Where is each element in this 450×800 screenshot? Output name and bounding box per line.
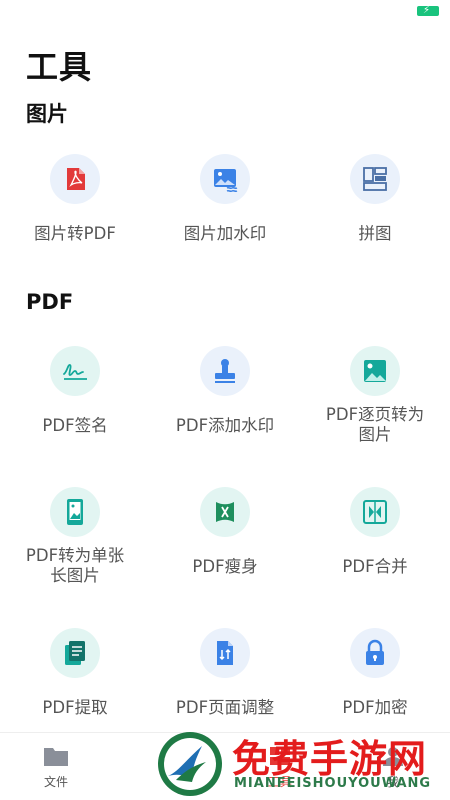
tool-pdf-encrypt[interactable]: PDF加密 [300,628,450,718]
tool-pdf-to-images[interactable]: PDF逐页转为 图片 [300,346,450,445]
tool-pdf-extract[interactable]: PDF提取 [0,628,150,718]
tool-pdf-page-adjust[interactable]: PDF页面调整 [150,628,300,718]
tool-pdf-to-long-image[interactable]: PDF转为单张 长图片 [0,487,150,586]
battery-icon: ⚡ [417,5,439,16]
tool-pdf-merge[interactable]: PDF合并 [300,487,450,577]
tool-image-watermark[interactable]: 图片加水印 [150,154,300,244]
section-title-image: 图片 [26,102,68,126]
tool-label-line2: 图片 [358,425,392,444]
tool-label-line1: PDF逐页转为 [325,405,425,424]
stamp-icon [200,346,250,396]
tool-label: PDF添加水印 [175,416,275,435]
watermark-subtitle: MIANFEISHOUYOUWANG [234,776,432,791]
tool-pdf-compress[interactable]: PDF瘦身 [150,487,300,577]
lock-icon [350,628,400,678]
tool-label: PDF瘦身 [192,557,258,576]
pdf-file-icon [50,154,100,204]
tool-label: PDF加密 [342,698,408,717]
tool-label: PDF转为单张 长图片 [0,546,150,586]
compress-icon [200,487,250,537]
merge-icon [350,487,400,537]
tab-label: 文件 [43,775,68,789]
tool-label-line2: 长图片 [50,566,100,585]
tool-pdf-signature[interactable]: PDF签名 [0,346,150,436]
tool-label: 图片加水印 [183,224,267,243]
watermark-title: 免费手游网 [232,737,428,781]
signature-icon [50,346,100,396]
page-title: 工具 [26,48,93,86]
tool-label: 拼图 [358,224,392,243]
section-title-pdf: PDF [26,290,74,314]
tab-files[interactable]: 文件 [26,745,86,790]
tool-collage[interactable]: 拼图 [300,154,450,244]
tool-label-line1: PDF转为单张 [25,546,125,565]
tool-label: PDF提取 [42,698,108,717]
status-bar: ⚡ [0,0,450,24]
collage-icon [350,154,400,204]
site-watermark: 免费手游网 MIANFEISHOUYOUWANG [150,726,450,800]
tool-label: PDF合并 [342,557,408,576]
tool-label: PDF签名 [42,416,108,435]
watermark-logo-icon [158,732,222,796]
tool-pdf-add-watermark[interactable]: PDF添加水印 [150,346,300,436]
page-adjust-icon [200,628,250,678]
tool-label: 图片转PDF [34,224,116,243]
tool-image-to-pdf[interactable]: 图片转PDF [0,154,150,244]
image-icon [350,346,400,396]
extract-icon [50,628,100,678]
tool-label: PDF逐页转为 图片 [300,405,450,445]
folder-icon [44,748,68,766]
tool-label: PDF页面调整 [175,698,275,717]
image-watermark-icon [200,154,250,204]
long-image-icon [50,487,100,537]
